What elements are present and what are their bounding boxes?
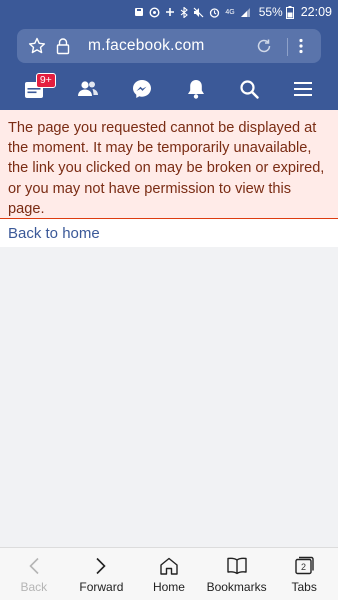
error-message: The page you requested cannot be display… [8,120,325,217]
status-icons: 4G [134,6,250,18]
clock: 22:09 [300,5,332,19]
alarm-icon [210,7,220,18]
forward-button[interactable]: Forward [68,548,134,594]
error-message-box: The page you requested cannot be display… [0,110,338,219]
tabs-icon: 2 [295,556,314,575]
nav-menu[interactable] [288,74,318,104]
signal-icon [240,7,250,17]
messenger-icon [133,80,152,98]
browser-toolbar: m.facebook.com [0,24,338,68]
nav-search[interactable] [234,74,264,104]
tabs-button[interactable]: 2 Tabs [271,548,337,594]
battery-percent: 55% [258,5,283,19]
back-button[interactable]: Back [1,548,67,594]
home-label: Home [152,580,185,594]
notification-badge: 9+ [35,73,56,88]
back-label: Back [20,580,48,594]
bookmark-star-icon[interactable] [28,37,46,55]
bookmarks-label: Bookmarks [206,580,267,594]
home-icon [160,557,178,575]
add-icon [166,8,175,16]
bell-icon [187,80,204,99]
back-to-home-link[interactable]: Back to home [8,225,100,242]
more-menu-icon[interactable] [298,37,304,55]
book-icon [226,557,247,575]
tabs-label: Tabs [291,580,317,594]
friends-icon [78,81,99,96]
forward-label: Forward [79,580,124,594]
reload-icon[interactable] [255,37,273,55]
hamburger-menu-icon [294,82,313,96]
search-icon [240,80,260,99]
status-bar: 4G 55% 22:09 [0,0,338,24]
bookmarks-button[interactable]: Bookmarks [204,548,270,594]
sync-icon [149,6,160,18]
browser-bottom-bar: Back Forward Home Bookmarks 2 Tabs [0,547,338,600]
network-type: 4G [225,8,235,16]
battery-icon [285,5,294,19]
chevron-left-icon [29,557,39,575]
nav-news-feed[interactable]: 9+ [20,73,56,104]
save-icon [135,8,144,16]
page-content-area [0,247,338,547]
chevron-right-icon [96,557,107,575]
mute-icon [193,7,204,17]
address-bar[interactable]: m.facebook.com [17,29,321,63]
bluetooth-icon [180,6,189,18]
lock-icon [56,37,70,54]
back-to-home-row: Back to home [0,219,338,247]
facebook-nav-bar: 9+ [0,68,338,110]
home-button[interactable]: Home [136,548,202,594]
nav-notifications[interactable] [181,74,211,104]
nav-friends[interactable] [73,74,103,104]
nav-messages[interactable] [127,74,157,104]
url-text[interactable]: m.facebook.com [88,37,205,55]
tabs-count: 2 [301,562,306,572]
address-bar-divider [287,38,288,56]
